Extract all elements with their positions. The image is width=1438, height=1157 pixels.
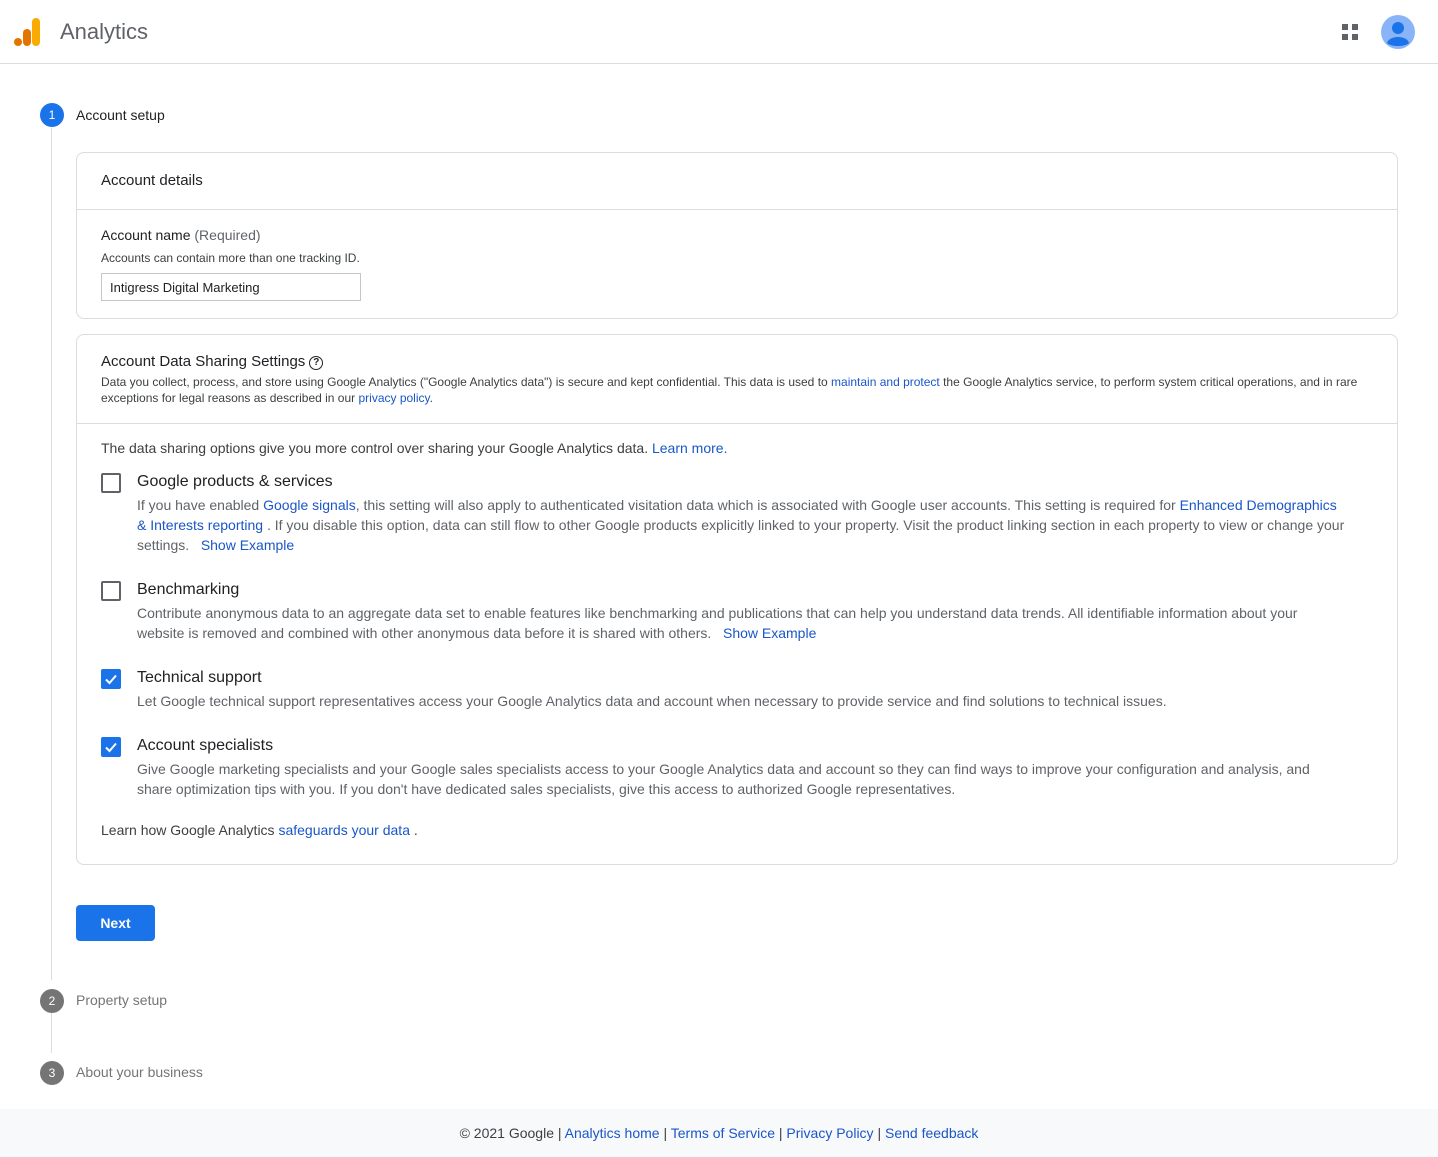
description-text-1: Data you collect, process, and store usi… xyxy=(101,375,832,389)
benchmarking-checkbox[interactable] xyxy=(101,581,121,601)
maintain-protect-link[interactable]: maintain and protect xyxy=(831,375,940,389)
checkmark-icon xyxy=(105,674,117,685)
account-name-input[interactable] xyxy=(101,273,361,301)
option-title: Benchmarking xyxy=(137,581,240,598)
privacy-policy-footer-link[interactable]: Privacy Policy xyxy=(786,1125,873,1141)
option-text: . If you disable this option, data can s… xyxy=(137,517,1345,553)
sharing-intro: The data sharing options give you more c… xyxy=(101,440,727,456)
data-sharing-title-text: Account Data Sharing Settings xyxy=(101,353,306,370)
account-name-label: Account name (Required) xyxy=(101,227,261,243)
apps-grid-icon[interactable] xyxy=(1340,22,1360,42)
google-signals-link[interactable]: Google signals xyxy=(263,497,356,513)
option-google-products: Google products & services If you have e… xyxy=(101,473,1351,557)
help-circle-icon[interactable]: ? xyxy=(309,356,324,370)
checkmark-icon xyxy=(105,742,117,753)
show-example-link[interactable]: Show Example xyxy=(723,625,816,641)
option-description: Let Google technical support representat… xyxy=(137,693,1167,709)
option-title: Account specialists xyxy=(137,737,274,754)
data-sharing-description: Data you collect, process, and store usi… xyxy=(101,374,1376,406)
account-details-title: Account details xyxy=(101,172,203,189)
next-button[interactable]: Next xyxy=(76,905,155,941)
terms-of-service-link[interactable]: Terms of Service xyxy=(671,1125,775,1141)
account-details-header: Account details xyxy=(77,153,1397,210)
step-3-number: 3 xyxy=(40,1061,64,1085)
technical-support-checkbox[interactable] xyxy=(101,669,121,689)
option-text: Contribute anonymous data to an aggregat… xyxy=(137,605,1298,641)
account-details-card: Account details Account name (Required) … xyxy=(76,152,1398,319)
copyright: © 2021 Google xyxy=(459,1125,554,1141)
privacy-policy-link[interactable]: privacy policy xyxy=(358,391,429,405)
option-title: Google products & services xyxy=(137,473,333,490)
option-text: , this setting will also apply to authen… xyxy=(355,497,1180,513)
safeguards-text: Learn how Google Analytics xyxy=(101,822,279,838)
option-title: Technical support xyxy=(137,669,262,686)
data-sharing-card: Account Data Sharing Settings? Data you … xyxy=(76,334,1398,865)
step-1-number: 1 xyxy=(40,103,64,127)
option-technical-support: Technical support Let Google technical s… xyxy=(101,669,1351,713)
option-benchmarking: Benchmarking Contribute anonymous data t… xyxy=(101,581,1351,645)
sharing-intro-text: The data sharing options give you more c… xyxy=(101,440,652,456)
safeguards-text: . xyxy=(409,822,418,838)
account-name-label-text: Account name xyxy=(101,227,191,243)
option-account-specialists: Account specialists Give Google marketin… xyxy=(101,737,1351,801)
step-3-label[interactable]: About your business xyxy=(76,1064,203,1080)
account-name-hint: Accounts can contain more than one track… xyxy=(101,251,360,265)
footer: © 2021 Google | Analytics home | Terms o… xyxy=(0,1109,1438,1157)
step-2-number: 2 xyxy=(40,989,64,1013)
account-specialists-checkbox[interactable] xyxy=(101,737,121,757)
option-description: Give Google marketing specialists and yo… xyxy=(137,761,1310,797)
top-app-bar: Analytics xyxy=(0,0,1438,64)
stepper-connector xyxy=(51,1013,52,1053)
separator: | xyxy=(775,1125,787,1141)
safeguards-link[interactable]: safeguards your data xyxy=(278,822,410,838)
app-title[interactable]: Analytics xyxy=(60,19,148,45)
data-sharing-header: Account Data Sharing Settings? Data you … xyxy=(77,335,1397,424)
google-products-checkbox[interactable] xyxy=(101,473,121,493)
required-label: (Required) xyxy=(194,227,261,243)
separator: | xyxy=(873,1125,885,1141)
separator: | xyxy=(659,1125,671,1141)
description-text-3: . xyxy=(429,391,433,405)
analytics-logo-icon[interactable] xyxy=(14,16,42,48)
analytics-home-link[interactable]: Analytics home xyxy=(565,1125,660,1141)
show-example-link[interactable]: Show Example xyxy=(201,537,294,553)
safeguards-note: Learn how Google Analytics safeguards yo… xyxy=(101,822,418,838)
send-feedback-link[interactable]: Send feedback xyxy=(885,1125,978,1141)
step-2-label[interactable]: Property setup xyxy=(76,992,167,1008)
separator: | xyxy=(553,1125,565,1141)
data-sharing-title: Account Data Sharing Settings? xyxy=(101,353,1373,370)
learn-more-link[interactable]: Learn more. xyxy=(652,440,727,456)
option-description: If you have enabled Google signals, this… xyxy=(137,495,1347,555)
option-description: Contribute anonymous data to an aggregat… xyxy=(137,603,1347,643)
step-1-label[interactable]: Account setup xyxy=(76,107,165,123)
option-text: If you have enabled xyxy=(137,497,264,513)
account-avatar-icon[interactable] xyxy=(1381,15,1415,49)
stepper-connector xyxy=(51,128,52,980)
